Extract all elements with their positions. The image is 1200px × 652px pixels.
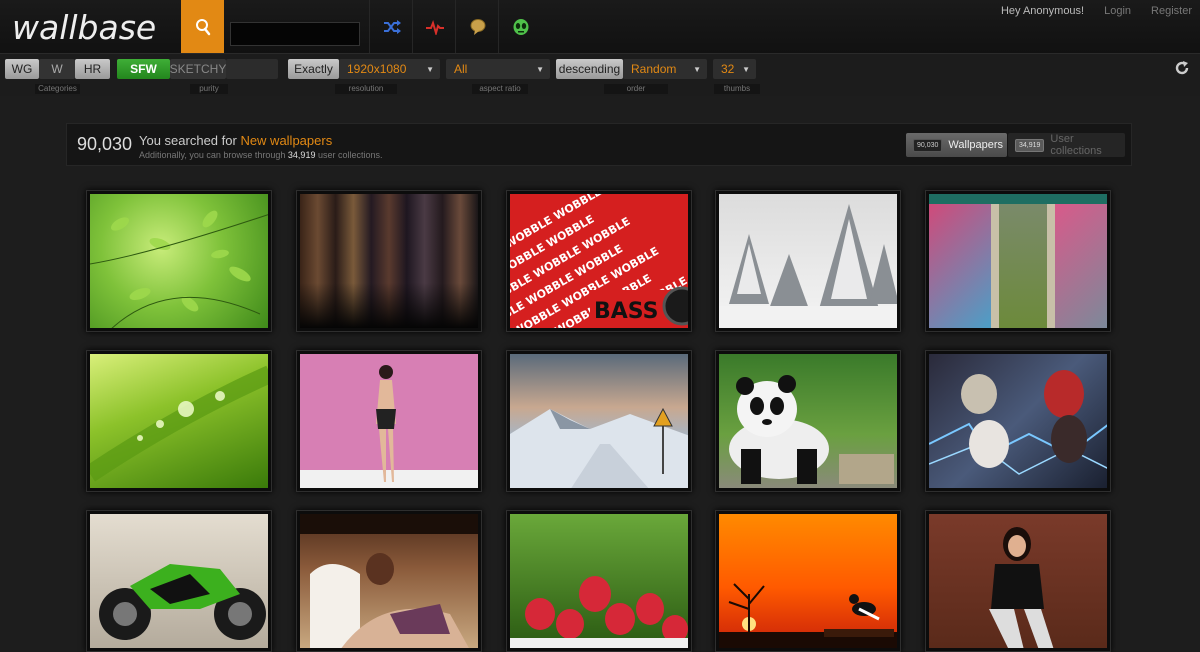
wallpaper-thumb[interactable] bbox=[296, 190, 482, 332]
woman-sitting-image bbox=[929, 514, 1107, 648]
wallpaper-thumb[interactable] bbox=[506, 350, 692, 492]
register-link[interactable]: Register bbox=[1151, 5, 1192, 17]
wallpaper-thumb[interactable]: WOBBLE WOBBLE WOBBLE WOBBLE WOBBLE WOBBL… bbox=[506, 190, 692, 332]
logo[interactable]: wallbase bbox=[12, 8, 156, 47]
wallpaper-thumb[interactable] bbox=[715, 350, 901, 492]
refresh-icon bbox=[1175, 61, 1189, 75]
wallpaper-thumb[interactable] bbox=[925, 350, 1111, 492]
wobble-bass-image: WOBBLE WOBBLE WOBBLE WOBBLE WOBBLE WOBBL… bbox=[510, 194, 688, 328]
purity-label: purity bbox=[190, 84, 228, 94]
aspect-ratio-select[interactable]: All ▼ bbox=[446, 59, 550, 79]
order-direction-button[interactable]: descending bbox=[556, 59, 623, 79]
tab-wallpapers-label: Wallpapers bbox=[948, 139, 1004, 151]
search-icon bbox=[195, 18, 210, 35]
top-bar: wallbase Hey Anonymous! Login Register bbox=[0, 0, 1200, 54]
refresh-button[interactable] bbox=[1174, 60, 1190, 81]
sunset-bird-image bbox=[719, 514, 897, 648]
purity-sfw-toggle[interactable]: SFW bbox=[117, 59, 170, 79]
wallpaper-thumb[interactable] bbox=[86, 510, 272, 652]
grass-drops-image bbox=[90, 354, 268, 488]
collections-note-prefix: Additionally, you can browse through bbox=[139, 150, 288, 160]
tab-wallpapers[interactable]: 90,030 Wallpapers bbox=[906, 133, 1007, 157]
results-header: 90,030 You searched for New wallpapers A… bbox=[66, 123, 1132, 166]
thumbs-select[interactable]: 32 ▼ bbox=[713, 59, 756, 79]
wallpaper-thumb[interactable] bbox=[506, 510, 692, 652]
collections-note: Additionally, you can browse through 34,… bbox=[139, 150, 382, 160]
search-summary-prefix: You searched for bbox=[139, 133, 241, 148]
chevron-down-icon: ▼ bbox=[536, 64, 544, 74]
tab-user-collections[interactable]: 34,919 User collections bbox=[1008, 133, 1125, 157]
greeting: Hey Anonymous! bbox=[1000, 5, 1085, 17]
categories-label: Categories bbox=[35, 84, 80, 94]
resolution-value: 1920x1080 bbox=[347, 62, 407, 76]
category-wg-toggle[interactable]: WG bbox=[5, 59, 39, 79]
order-value: Random bbox=[631, 62, 677, 76]
purity-nsfw-toggle[interactable] bbox=[226, 59, 278, 79]
wallpaper-thumb[interactable] bbox=[86, 350, 272, 492]
alien-button[interactable] bbox=[498, 0, 542, 53]
search-summary: You searched for New wallpapers bbox=[139, 133, 332, 148]
user-links: Hey Anonymous! Login Register bbox=[981, 5, 1192, 17]
shuffle-icon bbox=[383, 19, 401, 34]
graffiti-image bbox=[929, 194, 1107, 328]
strawberries-image bbox=[510, 514, 688, 648]
pink-portrait-image bbox=[300, 354, 478, 488]
wallpaper-thumb[interactable] bbox=[86, 190, 272, 332]
resolution-select[interactable]: 1920x1080 ▼ bbox=[339, 59, 440, 79]
wallpaper-thumb[interactable] bbox=[296, 510, 482, 652]
search-term[interactable]: New wallpapers bbox=[240, 133, 332, 148]
tab-collections-label: User collections bbox=[1050, 133, 1102, 157]
wallpaper-thumb[interactable] bbox=[715, 190, 901, 332]
collections-note-suffix: user collections. bbox=[315, 150, 383, 160]
aspect-ratio-value: All bbox=[454, 62, 468, 76]
wallpaper-thumb[interactable] bbox=[296, 350, 482, 492]
fantasy-lineup-image bbox=[300, 194, 478, 328]
anime-image bbox=[929, 354, 1107, 488]
pulse-icon bbox=[425, 19, 444, 35]
chevron-down-icon: ▼ bbox=[742, 64, 750, 74]
wallpaper-thumb[interactable] bbox=[925, 510, 1111, 652]
wallpaper-thumb[interactable] bbox=[715, 510, 901, 652]
thumbs-value: 32 bbox=[721, 62, 735, 76]
order-label: order bbox=[604, 84, 668, 94]
panda-image bbox=[719, 354, 897, 488]
result-count: 90,030 bbox=[77, 134, 133, 154]
search-button[interactable] bbox=[181, 0, 224, 53]
category-hr-toggle[interactable]: HR bbox=[75, 59, 110, 79]
filter-bar: WG W HR Categories SFW SKETCHY purity Ex… bbox=[0, 54, 1200, 96]
resolution-label: resolution bbox=[335, 84, 397, 94]
wallpaper-thumb[interactable] bbox=[925, 190, 1111, 332]
order-select[interactable]: Random ▼ bbox=[623, 59, 707, 79]
snowy-trees-image bbox=[719, 194, 897, 328]
speech-bubble-icon bbox=[470, 18, 485, 35]
random-button[interactable] bbox=[369, 0, 413, 53]
purity-sketchy-toggle[interactable]: SKETCHY bbox=[170, 59, 226, 79]
leaves-image bbox=[90, 194, 268, 328]
category-w-toggle[interactable]: W bbox=[39, 59, 75, 79]
search-input[interactable] bbox=[230, 22, 360, 46]
chevron-down-icon: ▼ bbox=[693, 64, 701, 74]
chevron-down-icon: ▼ bbox=[426, 64, 434, 74]
motorcycle-image bbox=[90, 514, 268, 648]
bass-caption: BASS bbox=[594, 299, 659, 324]
collections-count: 34,919 bbox=[287, 150, 316, 160]
woman-couch-image bbox=[300, 514, 478, 648]
login-link[interactable]: Login bbox=[1104, 5, 1131, 17]
toplist-button[interactable] bbox=[412, 0, 456, 53]
wallpapers-count-badge: 90,030 bbox=[913, 138, 943, 152]
resolution-mode-button[interactable]: Exactly bbox=[288, 59, 339, 79]
aspect-ratio-label: aspect ratio bbox=[472, 84, 528, 94]
collections-count-badge: 34,919 bbox=[1015, 138, 1045, 152]
thumbs-label: thumbs bbox=[714, 84, 760, 94]
mountain-road-image bbox=[510, 354, 688, 488]
alien-icon bbox=[513, 18, 528, 35]
forum-button[interactable] bbox=[455, 0, 499, 53]
